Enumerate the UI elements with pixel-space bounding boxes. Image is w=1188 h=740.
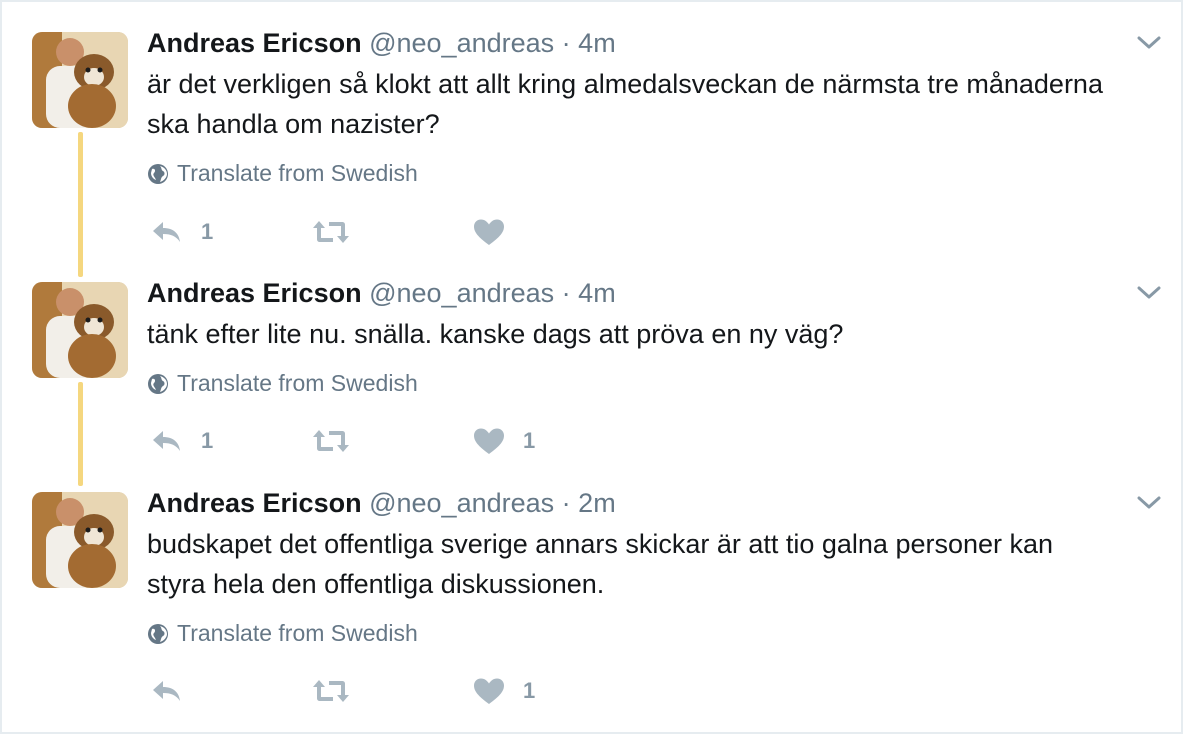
tweet-actions: 1: [147, 212, 747, 252]
separator: ·: [561, 278, 571, 308]
user-handle[interactable]: @neo_andreas: [369, 488, 554, 518]
retweet-icon: [313, 221, 349, 243]
translate-label: Translate from Swedish: [177, 370, 418, 396]
tweet[interactable]: Andreas Ericson @neo_andreas · 4m är det…: [0, 26, 1180, 266]
heart-icon: [474, 428, 504, 454]
chevron-down-icon[interactable]: [1135, 282, 1163, 302]
chevron-down-icon[interactable]: [1135, 32, 1163, 52]
tweet-header: Andreas Ericson @neo_andreas · 4m: [147, 276, 616, 310]
retweet-button[interactable]: [311, 671, 369, 711]
tweet-actions: 1: [147, 671, 747, 711]
reply-button[interactable]: [151, 671, 201, 711]
reply-button[interactable]: 1: [151, 212, 213, 252]
like-button[interactable]: 1: [473, 671, 535, 711]
separator: ·: [561, 488, 571, 518]
retweet-button[interactable]: [311, 421, 369, 461]
like-button[interactable]: 1: [473, 421, 535, 461]
tweet-header: Andreas Ericson @neo_andreas · 4m: [147, 26, 616, 60]
tweet-text: är det verkligen så klokt att allt kring…: [147, 69, 1103, 139]
chevron-down-icon[interactable]: [1135, 492, 1163, 512]
retweet-button[interactable]: [311, 212, 369, 252]
tweet-header: Andreas Ericson @neo_andreas · 2m: [147, 486, 616, 520]
reply-count: 1: [201, 428, 214, 453]
globe-icon: [148, 163, 168, 184]
avatar[interactable]: [32, 492, 128, 588]
reply-button[interactable]: 1: [151, 421, 213, 461]
like-count: 1: [523, 428, 536, 453]
translate-label: Translate from Swedish: [177, 620, 418, 646]
reply-icon: [153, 431, 180, 451]
timestamp[interactable]: 2m: [578, 488, 616, 518]
timestamp[interactable]: 4m: [578, 28, 616, 58]
timestamp[interactable]: 4m: [578, 278, 616, 308]
tweet-text: budskapet det offentliga sverige annars …: [147, 529, 1054, 599]
display-name[interactable]: Andreas Ericson: [147, 488, 362, 518]
retweet-icon: [313, 430, 349, 452]
avatar[interactable]: [32, 32, 128, 128]
heart-icon: [474, 219, 504, 245]
avatar[interactable]: [32, 282, 128, 378]
user-handle[interactable]: @neo_andreas: [369, 28, 554, 58]
tweet[interactable]: Andreas Ericson @neo_andreas · 2m budska…: [0, 486, 1180, 726]
separator: ·: [561, 28, 571, 58]
display-name[interactable]: Andreas Ericson: [147, 28, 362, 58]
tweet-text: tänk efter lite nu. snälla. kanske dags …: [147, 319, 844, 349]
user-handle[interactable]: @neo_andreas: [369, 278, 554, 308]
like-count: 1: [523, 678, 536, 703]
translate-link[interactable]: Translate from Swedish: [147, 160, 418, 187]
reply-icon: [153, 222, 180, 242]
reply-count: 1: [201, 219, 214, 244]
globe-icon: [148, 623, 168, 644]
reply-icon: [153, 681, 180, 701]
retweet-icon: [313, 680, 349, 702]
globe-icon: [148, 373, 168, 394]
display-name[interactable]: Andreas Ericson: [147, 278, 362, 308]
translate-link[interactable]: Translate from Swedish: [147, 370, 418, 397]
like-button[interactable]: [473, 212, 523, 252]
translate-label: Translate from Swedish: [177, 160, 418, 186]
tweet-actions: 1 1: [147, 421, 747, 461]
translate-link[interactable]: Translate from Swedish: [147, 620, 418, 647]
tweet[interactable]: Andreas Ericson @neo_andreas · 4m tänk e…: [0, 276, 1180, 486]
heart-icon: [474, 678, 504, 704]
